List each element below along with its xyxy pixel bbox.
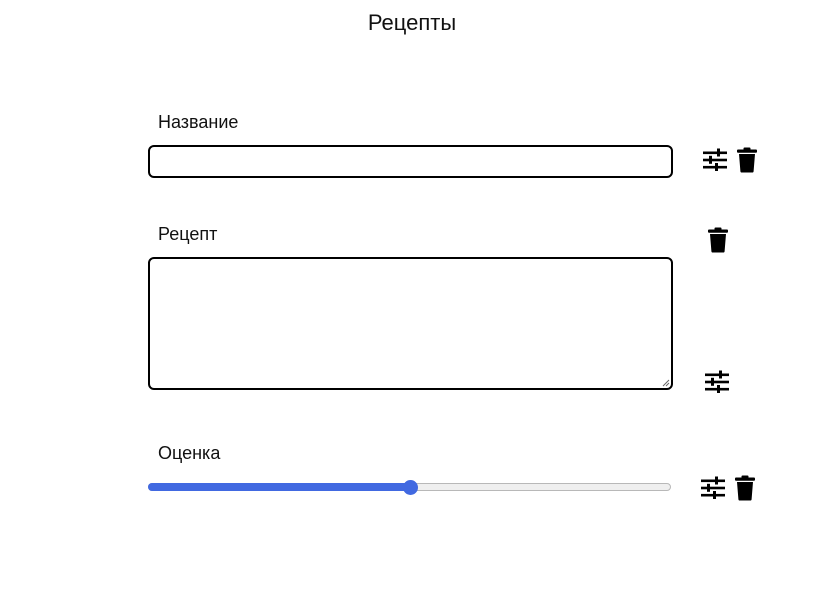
sliders-icon xyxy=(700,476,726,500)
name-input[interactable] xyxy=(148,145,673,178)
slider-fill xyxy=(148,483,410,491)
rating-slider[interactable] xyxy=(148,479,671,497)
rating-delete-button[interactable] xyxy=(731,474,759,502)
trash-icon xyxy=(736,147,758,173)
name-delete-button[interactable] xyxy=(733,146,761,174)
recipe-delete-button[interactable] xyxy=(704,226,732,254)
name-settings-button[interactable] xyxy=(701,146,729,174)
rating-label: Оценка xyxy=(158,443,221,463)
trash-icon xyxy=(734,475,756,501)
page-title: Рецепты xyxy=(367,10,457,35)
sliders-icon xyxy=(702,148,728,172)
recipes-form-page: Рецепты Название Рецепт Оценка xyxy=(0,0,824,612)
trash-icon xyxy=(707,227,729,253)
resize-grip-icon[interactable] xyxy=(662,379,670,387)
name-label: Название xyxy=(158,112,239,132)
sliders-icon xyxy=(704,370,730,394)
recipe-textarea[interactable] xyxy=(148,257,673,390)
rating-settings-button[interactable] xyxy=(699,474,727,502)
slider-thumb[interactable] xyxy=(403,480,418,495)
recipe-settings-button[interactable] xyxy=(703,368,731,396)
recipe-label: Рецепт xyxy=(158,224,218,244)
